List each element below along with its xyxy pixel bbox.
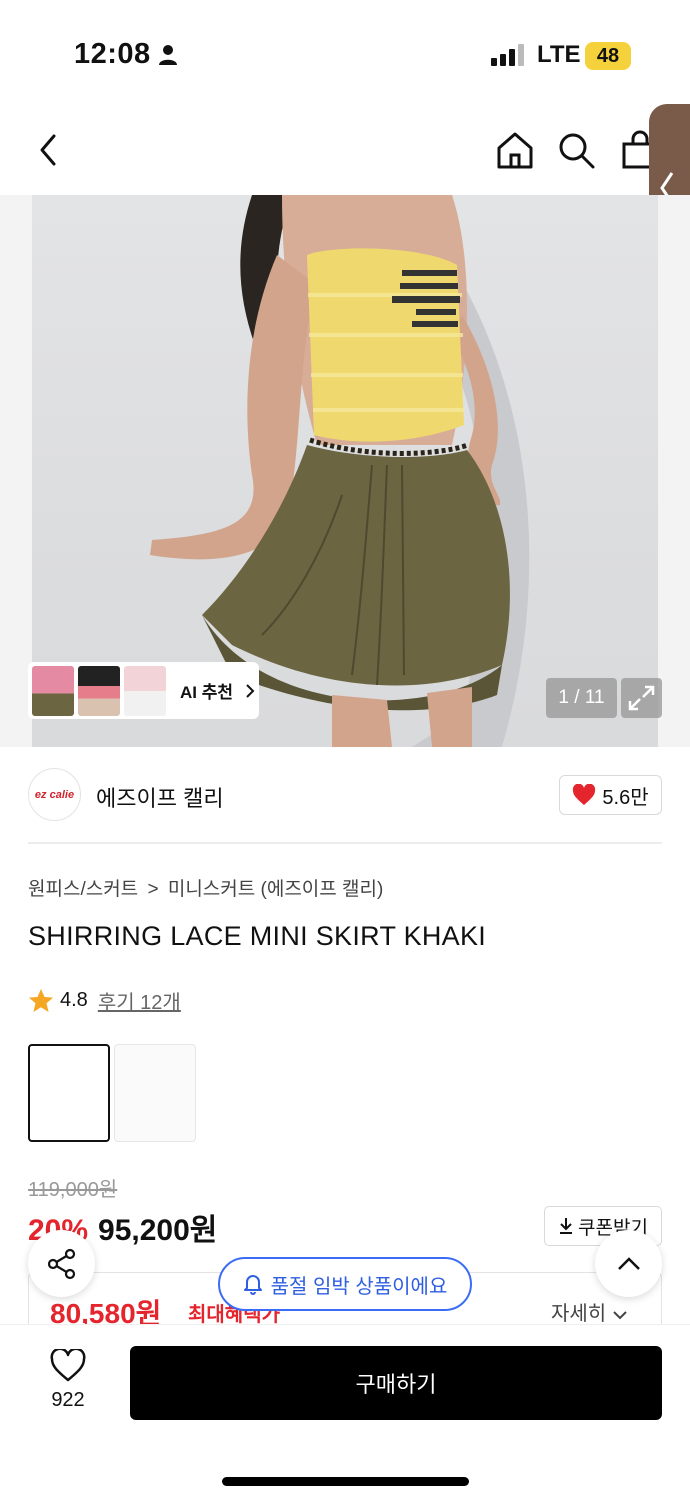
person-icon [159,45,177,65]
status-bar: 12:08 LTE 48 [0,0,690,110]
network-label: LTE [537,41,581,68]
expand-button[interactable] [621,678,662,718]
breadcrumb: 원피스/스커트 > 미니스커트 (에즈이프 캘리) [28,874,387,901]
chevron-right-icon [246,683,255,698]
home-indicator [222,1477,469,1486]
star-icon [29,989,53,1012]
heart-icon[interactable] [50,1349,86,1383]
battery-indicator: 48 [585,42,631,70]
original-price: 119,000원 [28,1179,118,1201]
share-icon [47,1248,75,1279]
recommend-thumb-2[interactable] [78,665,120,716]
recommend-thumb-3[interactable] [124,665,166,716]
rating-row: 4.8 후기 12개 [28,986,181,1015]
soldout-toast: 품절 임박 상품이에요 [218,1257,472,1311]
back-icon[interactable] [34,130,64,170]
sale-price: 95,200원 [98,1214,218,1247]
breadcrumb-item-subcategory[interactable]: 미니스커트 (에즈이프 캘리) [168,879,384,900]
breadcrumb-separator: > [147,879,159,900]
home-icon[interactable] [495,130,535,170]
brand-logo[interactable]: ez calie [28,768,81,821]
share-button[interactable] [28,1230,95,1297]
download-icon [560,1218,573,1234]
scroll-top-button[interactable] [595,1230,662,1297]
detail-label: 자세히 [551,1303,607,1325]
soldout-text: 품절 임박 상품이에요 [270,1275,448,1298]
status-time: 12:08 [74,38,151,70]
heart-filled-icon [573,784,596,805]
chevron-down-icon [613,1311,627,1320]
product-title: SHIRRING LACE MINI SKIRT KHAKI [28,921,487,951]
image-counter: 1 / 11 [546,678,617,718]
brand-like-count: 5.6만 [602,786,649,809]
divider [28,842,662,844]
wishlist-count: 922 [51,1389,85,1411]
reviews-link[interactable]: 후기 12개 [98,986,181,1015]
brand-like-button[interactable]: 5.6만 [559,775,662,815]
signal-icon [491,44,524,66]
color-option-2[interactable] [114,1044,196,1142]
detail-link[interactable]: 자세히 [551,1297,628,1326]
expand-icon [628,685,655,711]
breadcrumb-item-category[interactable]: 원피스/스커트 [28,879,138,900]
recommend-thumb-1[interactable] [32,665,74,716]
ai-recommend-label: AI 추천 [180,683,234,702]
search-icon[interactable] [556,130,596,170]
buy-button[interactable]: 구매하기 [130,1346,662,1420]
ai-recommend-box[interactable]: AI 추천 [28,662,259,719]
chevron-up-icon [617,1256,640,1270]
brand-name[interactable]: 에즈이프 캘리 [96,781,224,813]
rating-value: 4.8 [60,989,88,1011]
color-option-1[interactable] [28,1044,110,1142]
bell-icon [243,1275,262,1295]
